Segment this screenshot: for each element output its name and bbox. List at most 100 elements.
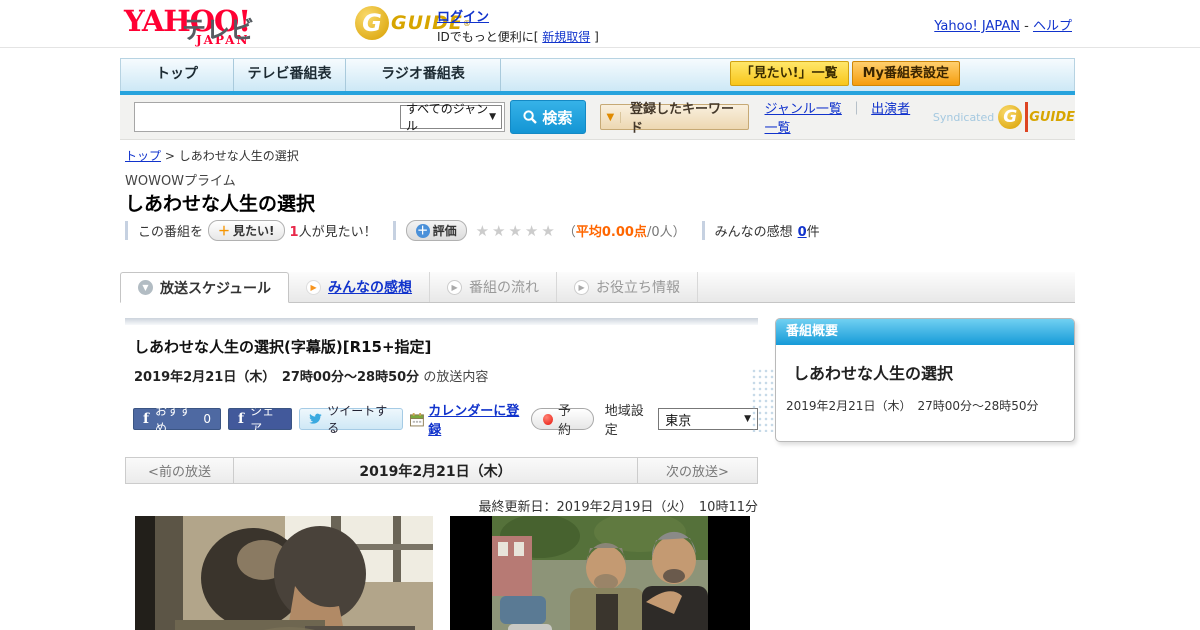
detail-title: しあわせな人生の選択(字幕版)[R15+指定] — [134, 338, 432, 356]
search-icon — [523, 110, 538, 124]
watch-segment: この番組を ＋ 見たい! 1人が見たい！ — [125, 220, 377, 241]
reviews-count-link[interactable]: 0 — [798, 225, 807, 240]
dots-texture — [751, 368, 775, 432]
rating-segment: ＋ 評価 ★★★★★ （平均0.00点/0人） — [392, 220, 686, 241]
region-select-value: 東京 — [665, 413, 692, 429]
nav-tab-top[interactable]: トップ — [121, 59, 234, 91]
broadcast-datetime: 2019年2月21日（木） 27時00分～28時50分 の放送内容 — [134, 366, 758, 385]
breadcrumb-separator: > — [164, 149, 175, 163]
region-select[interactable]: 東京 ▼ — [658, 408, 758, 430]
reviews-label: みんなの感想 — [714, 225, 793, 240]
program-stats-row: この番組を ＋ 見たい! 1人が見たい！ ＋ 評価 ★★★★★ （平均0.00点… — [125, 220, 836, 241]
social-row: f おすすめ 0 f シェア ツイートする カレンダーに登録 予約 地域設定 東… — [133, 400, 758, 438]
last-updated: 最終更新日：2019年2月19日（火） 10時11分 — [478, 500, 758, 515]
signup-link[interactable]: 新規取得 — [542, 30, 590, 44]
page-title: しあわせな人生の選択 — [125, 193, 316, 215]
mitai-button[interactable]: ＋ 見たい! — [208, 220, 285, 241]
average-value: 平均0.00点 — [575, 225, 647, 240]
fb-like-button[interactable]: f おすすめ 0 — [133, 404, 222, 435]
prev-broadcast-button[interactable]: <前の放送 — [126, 458, 234, 483]
facebook-icon: f — [143, 411, 150, 427]
registered-keywords-button[interactable]: ▼ 登録したキーワード — [599, 102, 749, 136]
tweet-label: ツイートする — [327, 404, 388, 435]
my-schedule-settings-button[interactable]: My番組表設定 — [851, 61, 960, 86]
watch-label: この番組を — [138, 225, 204, 240]
breadcrumb-home-link[interactable]: トップ — [125, 149, 161, 163]
nav-band-buttons: 「見たい!」一覧 My番組表設定 — [729, 61, 960, 86]
nav-band: トップ テレビ番組表 ラジオ番組表 「見たい!」一覧 My番組表設定 — [120, 58, 1075, 91]
nav-tab-tv-listings[interactable]: テレビ番組表 — [234, 59, 346, 91]
average-open-paren: （ — [562, 225, 576, 240]
fb-share-button[interactable]: f シェア — [228, 404, 293, 435]
date-navigation: <前の放送 2019年2月21日（木） 次の放送> — [125, 457, 758, 484]
program-still-1-image — [135, 516, 433, 630]
tab-flow-label: 番組の流れ — [469, 280, 540, 296]
search-button[interactable]: 検索 — [510, 100, 586, 134]
mitai-list-button[interactable]: 「見たい!」一覧 — [729, 61, 849, 86]
program-still-2-image — [450, 516, 750, 630]
registered-keywords-label: 登録したキーワード — [629, 102, 734, 136]
tweet-button[interactable]: ツイートする — [299, 404, 404, 435]
calendar-register-link[interactable]: カレンダーに登録 — [428, 400, 524, 438]
watch-count-text: 1人が見たい！ — [290, 221, 377, 240]
header: YAHOO! JAPAN テレビ G GUIDE ® ログイン IDでもっと便利… — [0, 0, 1200, 48]
genre-list-link[interactable]: ジャンル一覧 — [765, 102, 842, 117]
rate-button-label: 評価 — [432, 224, 457, 238]
login-block: ログイン IDでもっと便利に[ 新規取得 ] — [437, 6, 599, 45]
rate-button[interactable]: ＋ 評価 — [405, 220, 467, 241]
chevron-down-icon: ▼ — [601, 111, 621, 123]
service-name: テレビ — [182, 16, 254, 44]
help-link[interactable]: ヘルプ — [1033, 19, 1072, 34]
gguide-small-logo: G GUIDE — [998, 102, 1075, 132]
overview-datetime: 2019年2月21日（木） 27時00分～28時50分 — [786, 399, 1039, 413]
play-icon: ▶ — [574, 279, 590, 295]
page: YAHOO! JAPAN テレビ G GUIDE ® ログイン IDでもっと便利… — [0, 0, 1200, 630]
login-subtext: IDでもっと便利に[ 新規取得 ] — [437, 28, 599, 45]
login-link[interactable]: ログイン — [437, 10, 489, 25]
facebook-icon: f — [238, 411, 245, 427]
search-box: すべてのジャンル ▼ — [134, 102, 506, 133]
yahoo-japan-link[interactable]: Yahoo! JAPAN — [934, 19, 1020, 34]
genre-select-value: すべてのジャンル — [406, 102, 489, 133]
program-still-1 — [135, 516, 433, 630]
calendar-register: カレンダーに登録 — [410, 400, 524, 438]
region-setting: 地域設定 東京 ▼ — [605, 400, 758, 438]
star-rating: ★★★★★ — [475, 221, 558, 240]
watch-count: 1 — [289, 225, 299, 240]
region-label: 地域設定 — [604, 404, 644, 438]
plus-icon: ＋ — [218, 224, 231, 238]
play-icon: ▶ — [306, 279, 322, 295]
nav-tab-radio-listings[interactable]: ラジオ番組表 — [346, 59, 501, 91]
current-broadcast-date: 2019年2月21日（木） — [359, 463, 512, 480]
reserve-label: 予約 — [558, 404, 572, 438]
syndicated-label: Syndicated — [932, 110, 995, 124]
tab-broadcast-schedule[interactable]: ▼ 放送スケジュール — [120, 272, 290, 303]
overview-title: しあわせな人生の選択 — [793, 364, 954, 383]
breadcrumb: トップ > しあわせな人生の選択 — [125, 147, 299, 164]
tab-reviews[interactable]: ▶ みんなの感想 — [289, 272, 431, 302]
chevron-down-icon: ▼ — [489, 112, 497, 122]
tab-useful-info[interactable]: ▶ お役立ち情報 — [557, 272, 699, 302]
plus-icon: ＋ — [415, 223, 430, 238]
reviews-suffix: 件 — [806, 225, 820, 240]
tab-program-flow[interactable]: ▶ 番組の流れ — [430, 272, 558, 302]
gguide-g-icon: G — [998, 105, 1023, 129]
gguide-red-accent — [1025, 102, 1029, 132]
average-rest: /0人） — [646, 225, 686, 240]
chevron-down-icon: ▼ — [744, 414, 751, 424]
breadcrumb-current: しあわせな人生の選択 — [178, 149, 299, 163]
login-sub-post: ] — [594, 30, 599, 44]
broadcast-datetime-suffix: の放送内容 — [419, 370, 489, 385]
search-links: ジャンル一覧 ｜ 出演者一覧 — [765, 98, 923, 136]
average-score: （平均0.00点/0人） — [563, 221, 686, 240]
next-broadcast-button[interactable]: 次の放送> — [637, 458, 757, 483]
reserve-button[interactable]: 予約 — [530, 404, 594, 438]
login-sub-pre: IDでもっと便利に[ — [437, 30, 539, 44]
gguide-logo-text: GUIDE — [1029, 109, 1075, 125]
program-overview-box: 番組概要 しあわせな人生の選択 2019年2月21日（木） 27時00分～28時… — [775, 318, 1075, 442]
genre-select[interactable]: すべてのジャンル ▼ — [400, 102, 503, 133]
box-top-gradient — [125, 318, 758, 325]
watch-count-suffix: 人が見たい！ — [298, 225, 377, 240]
tab-schedule-label: 放送スケジュール — [160, 280, 272, 297]
search-input[interactable] — [135, 104, 401, 130]
